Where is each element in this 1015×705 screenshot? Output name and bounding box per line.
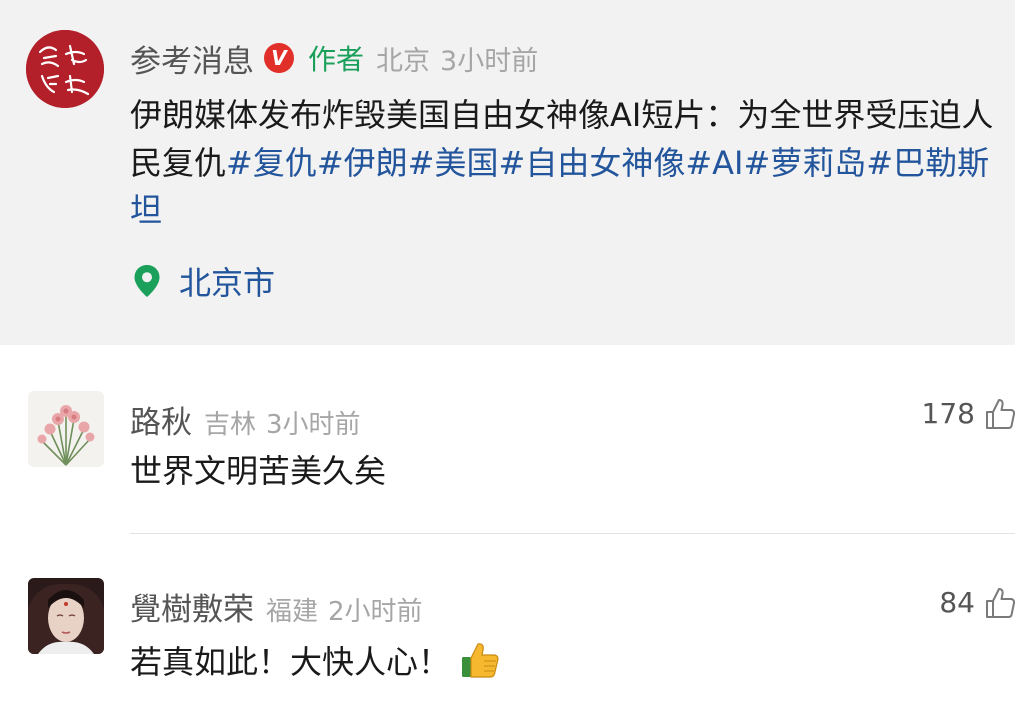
commenter-location: 福建 — [266, 597, 319, 627]
thumbs-up-emoji-icon — [462, 643, 499, 678]
hashtag-statue-of-liberty[interactable]: #自由女神像 — [499, 144, 686, 182]
hashtag-revenge[interactable]: #复仇 — [226, 144, 317, 182]
comment-header: 路秋 吉林 3小时前 — [130, 397, 361, 442]
author-tag: 作者 — [308, 43, 365, 76]
carnation-flower-avatar-icon — [28, 391, 104, 467]
hashtag-usa[interactable]: #美国 — [408, 144, 499, 182]
original-post: 参考消息 V 作者 北京 3小时前 伊朗媒体发布炸毁美国自由女神像AI短片：为全… — [0, 0, 1015, 345]
hashtag-ai[interactable]: #AI — [685, 144, 743, 182]
hashtag-iran[interactable]: #伊朗 — [317, 144, 408, 182]
post-body: 伊朗媒体发布炸毁美国自由女神像AI短片：为全世界受压迫人民复仇#复仇#伊朗#美国… — [130, 92, 1015, 235]
like-count: 178 — [921, 397, 975, 430]
post-location-meta: 北京 — [376, 45, 431, 77]
verified-badge-icon: V — [264, 43, 294, 73]
commenter-location: 吉林 — [204, 410, 257, 440]
commenter-name[interactable]: 覺樹敷荣 — [130, 584, 254, 629]
like-button[interactable]: 84 — [939, 586, 1015, 619]
commenter-avatar[interactable] — [28, 391, 104, 467]
comment-item: 覺樹敷荣 福建 2小时前 84 若真如此！大快人心！ — [0, 534, 1015, 705]
author-avatar[interactable] — [26, 30, 104, 108]
comment-time: 3小时前 — [266, 410, 361, 440]
commenter-name[interactable]: 路秋 — [130, 397, 192, 442]
portrait-avatar-icon — [28, 578, 104, 654]
location-link[interactable]: 北京市 — [133, 258, 275, 304]
like-button[interactable]: 178 — [922, 397, 1015, 430]
post-header: 参考消息 V 作者 北京 3小时前 — [130, 36, 539, 81]
post-time: 3小时前 — [440, 45, 539, 77]
comment-text: 世界文明苦美久矣 — [130, 452, 387, 490]
cankao-logo-icon — [26, 30, 104, 108]
thumbs-up-icon — [986, 398, 1015, 429]
location-pin-icon — [134, 265, 160, 297]
location-text: 北京市 — [179, 264, 276, 302]
like-count: 84 — [939, 586, 975, 619]
comment-item: 路秋 吉林 3小时前 178 世界文明苦美久矣 — [0, 345, 1015, 533]
commenter-avatar[interactable] — [28, 578, 104, 654]
thumbs-up-icon — [986, 587, 1015, 618]
comment-time: 2小时前 — [328, 597, 423, 627]
comment-header: 覺樹敷荣 福建 2小时前 — [130, 584, 423, 629]
hashtag-lolita-island[interactable]: #萝莉岛 — [743, 144, 866, 182]
comment-text: 若真如此！大快人心！ — [130, 643, 451, 681]
author-name[interactable]: 参考消息 — [130, 36, 254, 81]
comment-text-row: 若真如此！大快人心！ — [130, 636, 500, 684]
